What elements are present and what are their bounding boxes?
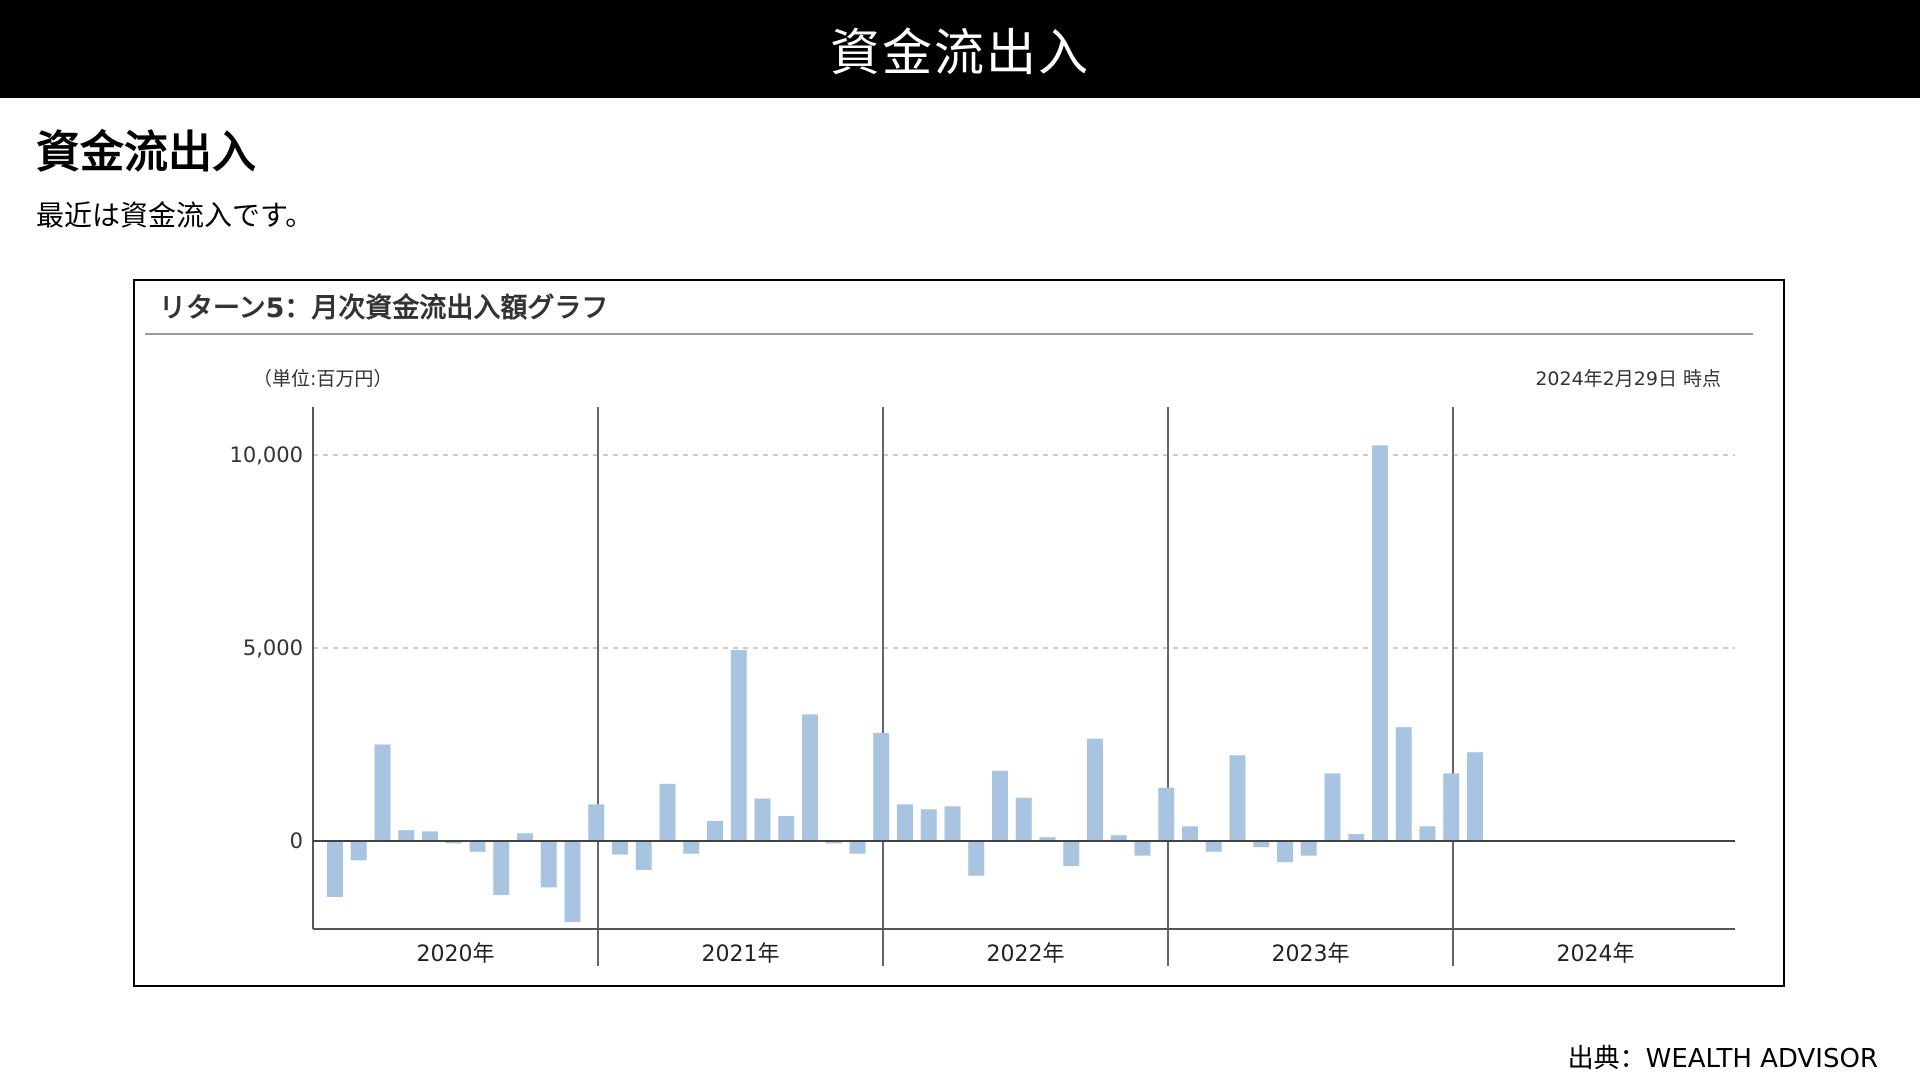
bar [1372,445,1388,841]
bar [778,815,795,841]
bar [1182,826,1198,841]
x-tick-label: 2024年 [1557,942,1635,967]
bar [707,820,723,841]
bar [540,841,557,888]
bar [469,841,486,852]
bar [493,841,510,896]
bar [374,744,391,841]
x-tick-label: 2021年 [702,942,780,967]
bar [327,841,343,897]
bar [1324,773,1341,841]
bar [1300,841,1317,856]
bar [897,804,913,841]
bar [1467,752,1483,841]
page-title: 資金流出入 [36,127,256,178]
bar [1205,841,1222,852]
bar [1348,834,1365,841]
header-bar: 資金流出入 [0,0,1920,98]
y-tick-label: 10,000 [230,443,303,467]
bar [1087,738,1103,841]
bar [873,732,890,841]
bar [754,798,771,841]
x-tick-label: 2022年 [987,942,1065,967]
bar [517,833,533,841]
bar [564,841,581,923]
bar [849,841,866,854]
bar [659,783,676,841]
bar [683,841,700,854]
bar [1015,797,1032,841]
bar [635,841,652,870]
bar [1443,773,1460,841]
y-tick-label: 0 [290,829,303,853]
bar [1158,787,1175,841]
bar [1063,841,1080,867]
bar [612,841,628,855]
bar [920,809,937,841]
bar [1229,755,1246,841]
x-tick-label: 2023年 [1272,942,1350,967]
bar [968,841,985,876]
header-title: 資金流出入 [830,24,1090,82]
bar [350,841,367,861]
y-tick-label: 5,000 [243,636,303,660]
bar [992,770,1008,841]
bar [588,804,605,841]
source-credit: 出典：WEALTH ADVISOR [1567,1044,1878,1074]
bar [944,806,961,841]
x-tick-label: 2020年 [417,942,495,967]
bar [802,714,818,841]
as-of-date: 2024年2月29日 時点 [1535,368,1721,390]
slide-summary: 最近は資金流入です。 [36,199,314,232]
bar [1277,841,1293,863]
fund-flow-chart: リターン5：月次資金流出入額グラフ （単位:百万円） 2024年2月29日 時点… [145,292,1753,967]
chart-frame: リターン5：月次資金流出入額グラフ （単位:百万円） 2024年2月29日 時点… [133,279,1785,987]
chart-title: リターン5：月次資金流出入額グラフ [159,292,608,324]
bar [422,831,438,841]
bar [730,649,747,841]
bar [1134,841,1151,856]
bar [398,830,415,841]
unit-label: （単位:百万円） [253,368,392,390]
bar [1395,727,1412,841]
bar [1419,826,1436,841]
